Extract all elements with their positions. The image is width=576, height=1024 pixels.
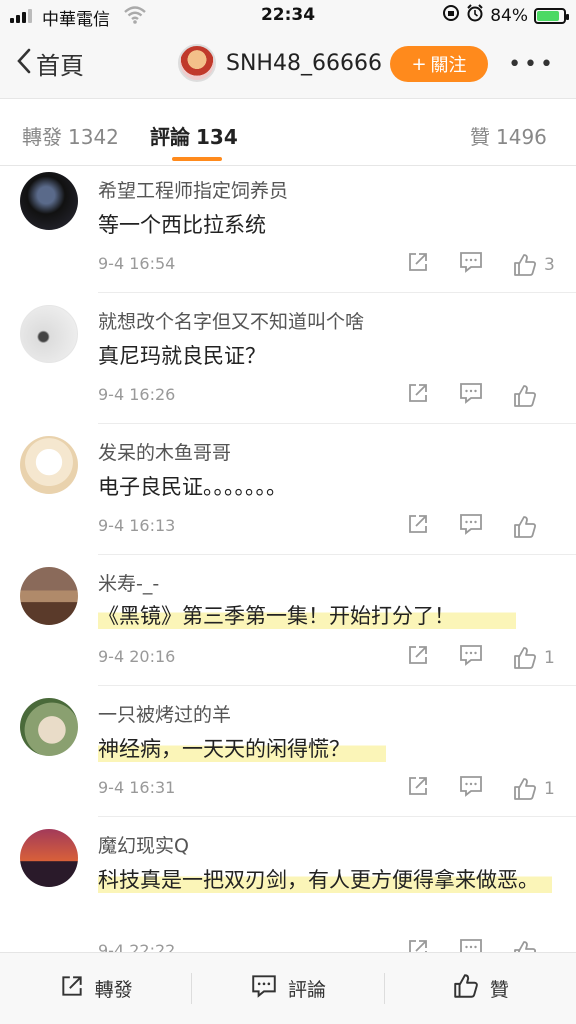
tab-reposts[interactable]: 轉發 1342 bbox=[22, 121, 119, 150]
comment-author[interactable]: 希望工程师指定饲养员 bbox=[98, 176, 288, 203]
chevron-left-icon bbox=[16, 47, 32, 81]
like-button[interactable] bbox=[512, 383, 556, 409]
comment-text: 《黑镜》第三季第一集！开始打分了！ bbox=[98, 599, 516, 633]
username[interactable]: SNH48_66666 bbox=[226, 51, 382, 76]
follow-label: 關注 bbox=[430, 55, 467, 76]
thumbs-up-icon bbox=[514, 515, 537, 538]
avatar[interactable] bbox=[20, 172, 78, 230]
comment-item: 米寿-_- 《黑镜》第三季第一集！开始打分了！ 9-4 20:16 1 bbox=[0, 555, 576, 686]
comment-item: 一只被烤过的羊 神经病，一天天的闲得慌？ 9-4 16:31 1 bbox=[0, 686, 576, 817]
plus-icon: + bbox=[411, 53, 427, 75]
nav-bar: 首頁 SNH48_66666 + 關注 ••• bbox=[0, 32, 576, 98]
comment-icon bbox=[250, 973, 278, 1004]
reply-icon[interactable] bbox=[458, 381, 484, 410]
share-icon[interactable] bbox=[406, 643, 430, 672]
rotation-lock-icon bbox=[442, 4, 460, 27]
avatar[interactable] bbox=[20, 305, 78, 363]
reply-icon[interactable] bbox=[458, 774, 484, 803]
comment-item: 就想改个名字但又不知道叫个啥 真尼玛就良民证？ 9-4 16:26 bbox=[0, 293, 576, 424]
comment-actions: 1 bbox=[406, 774, 556, 803]
comment-text: 电子良民证。。。。。。。 bbox=[98, 475, 287, 499]
avatar[interactable] bbox=[20, 829, 78, 887]
like-button[interactable]: 1 bbox=[512, 645, 556, 671]
tab-count: 1496 bbox=[496, 125, 547, 149]
comment-actions bbox=[406, 512, 556, 541]
comment-time: 9-4 16:54 bbox=[98, 254, 176, 273]
reply-icon[interactable] bbox=[458, 250, 484, 279]
back-label: 首頁 bbox=[36, 52, 84, 80]
like-button[interactable]: 贊 bbox=[385, 953, 576, 1024]
avatar[interactable] bbox=[178, 44, 216, 82]
tab-comments[interactable]: 評論 134 bbox=[150, 121, 238, 150]
tab-likes[interactable]: 贊 1496 bbox=[470, 121, 547, 150]
like-count: 1 bbox=[544, 647, 555, 668]
more-icon[interactable]: ••• bbox=[508, 52, 556, 77]
comment-item: 发呆的木鱼哥哥 电子良民证。。。。。。。 9-4 16:13 bbox=[0, 424, 576, 555]
thumbs-up-icon bbox=[514, 777, 537, 800]
comment-text: 科技真是一把双刃剑，有人更方便得拿来做恶。 bbox=[98, 863, 552, 897]
comment-author[interactable]: 发呆的木鱼哥哥 bbox=[98, 438, 231, 465]
comment-item: 希望工程师指定饲养员 等一个西比拉系统 9-4 16:54 3 bbox=[0, 166, 576, 294]
repost-label: 轉發 bbox=[94, 979, 133, 1001]
avatar[interactable] bbox=[20, 436, 78, 494]
tab-label: 轉發 bbox=[22, 125, 62, 149]
reply-icon[interactable] bbox=[458, 643, 484, 672]
thumbs-up-icon bbox=[514, 384, 537, 407]
profile-header[interactable]: SNH48_66666 bbox=[178, 44, 382, 82]
tab-count: 1342 bbox=[68, 125, 119, 149]
comment-author[interactable]: 米寿-_- bbox=[98, 569, 159, 596]
comment-text: 真尼玛就良民证？ bbox=[98, 344, 266, 368]
comment-button[interactable]: 評論 bbox=[192, 953, 383, 1024]
tab-indicator bbox=[172, 157, 222, 161]
tab-label: 贊 bbox=[470, 125, 490, 149]
share-icon[interactable] bbox=[406, 774, 430, 803]
comment-time: 9-4 16:13 bbox=[98, 516, 176, 535]
comment-label: 評論 bbox=[287, 979, 326, 1001]
comment-text: 等一个西比拉系统 bbox=[98, 213, 266, 237]
comment-author[interactable]: 就想改个名字但又不知道叫个啥 bbox=[98, 307, 364, 334]
comment-actions: 1 bbox=[406, 643, 556, 672]
comment-item: 魔幻现实Q 科技真是一把双刃剑，有人更方便得拿来做恶。 9-4 22:22 bbox=[0, 817, 576, 957]
like-button[interactable]: 1 bbox=[512, 776, 556, 802]
repost-button[interactable]: 轉發 bbox=[0, 953, 191, 1024]
like-count: 3 bbox=[544, 254, 555, 275]
comment-text: 神经病，一天天的闲得慌？ bbox=[98, 732, 386, 766]
comment-time: 9-4 16:31 bbox=[98, 778, 176, 797]
comment-actions bbox=[406, 381, 556, 410]
like-label: 贊 bbox=[489, 979, 509, 1001]
back-button[interactable]: 首頁 bbox=[16, 46, 84, 81]
share-icon[interactable] bbox=[406, 381, 430, 410]
thumbs-up-icon bbox=[514, 646, 537, 669]
share-icon bbox=[59, 973, 85, 1004]
share-icon[interactable] bbox=[406, 250, 430, 279]
like-count: 1 bbox=[544, 778, 555, 799]
like-button[interactable]: 3 bbox=[512, 252, 556, 278]
comment-author[interactable]: 一只被烤过的羊 bbox=[98, 700, 231, 727]
comment-author[interactable]: 魔幻现实Q bbox=[98, 831, 189, 858]
thumbs-up-icon bbox=[514, 253, 537, 276]
comment-time: 9-4 16:26 bbox=[98, 385, 176, 404]
tab-count: 134 bbox=[196, 125, 238, 149]
thumbs-up-icon bbox=[452, 972, 480, 1005]
share-icon[interactable] bbox=[406, 512, 430, 541]
status-bar: 中華電信 22:34 84% bbox=[0, 0, 576, 32]
battery-percent: 84% bbox=[490, 5, 528, 26]
avatar[interactable] bbox=[20, 567, 78, 625]
battery-icon bbox=[534, 7, 569, 24]
comment-time: 9-4 20:16 bbox=[98, 647, 176, 666]
tab-bar: 轉發 1342 評論 134 贊 1496 bbox=[0, 98, 576, 166]
like-button[interactable] bbox=[512, 514, 556, 540]
tab-label: 評論 bbox=[150, 125, 190, 149]
follow-button[interactable]: + 關注 bbox=[390, 46, 488, 82]
bottom-action-bar: 轉發 評論 贊 bbox=[0, 952, 576, 1024]
reply-icon[interactable] bbox=[458, 512, 484, 541]
alarm-icon bbox=[466, 4, 484, 27]
avatar[interactable] bbox=[20, 698, 78, 756]
comment-actions: 3 bbox=[406, 250, 556, 279]
